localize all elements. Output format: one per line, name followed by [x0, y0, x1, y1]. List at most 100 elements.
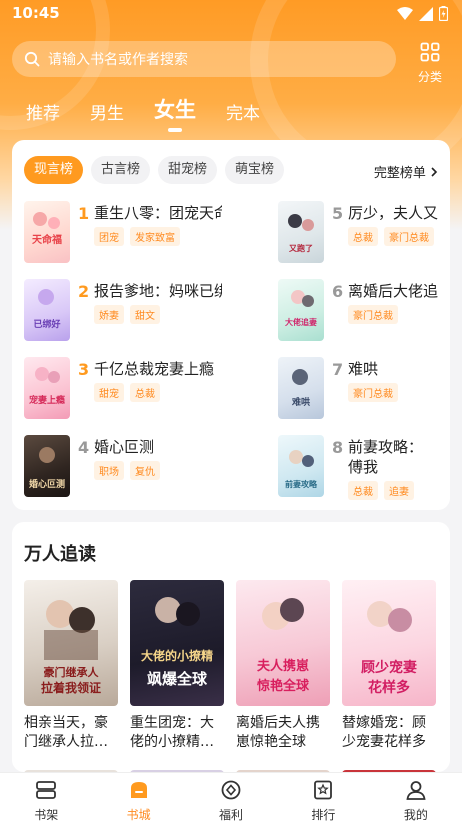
nav-label: 我的 — [403, 808, 428, 821]
rank-tags: 豪门总裁 — [348, 383, 398, 402]
tag: 职场 — [94, 461, 124, 480]
search-bar[interactable]: 请输入书名或作者搜索 — [12, 41, 396, 77]
channel-tabs: 推荐 男生 女生 完本 — [26, 94, 290, 124]
status-bar: 10:45 — [0, 0, 462, 28]
tag: 复仇 — [130, 461, 160, 480]
book-cover: 天命福 — [24, 201, 70, 263]
rank-number: 7 — [332, 360, 344, 379]
rank-title: 报告爹地：妈咪已绑好 — [94, 282, 222, 300]
rank-item[interactable]: 宠妻上瘾 3 千亿总裁宠妻上瘾 甜宠 总裁 — [24, 357, 224, 421]
status-icons — [397, 6, 448, 21]
nav-welfare[interactable]: 福利 — [185, 773, 277, 821]
bookshelf-icon — [36, 781, 57, 799]
full-list-link[interactable]: 完整榜单 — [374, 162, 438, 181]
rank-tags: 甜宠 总裁 — [94, 383, 160, 402]
rank-title: 前妻攻略：傅我 — [348, 438, 424, 476]
tag: 团宠 — [94, 227, 124, 246]
book-cover: 夫人携崽 惊艳全球 — [236, 580, 330, 706]
svg-text:已绑好: 已绑好 — [33, 318, 60, 330]
ranking-chips: 现言榜 古言榜 甜宠榜 萌宝榜 — [24, 156, 285, 184]
search-icon — [24, 51, 40, 67]
book-card[interactable]: 大佬的小撩精 飒爆全球 重生团宠：大佬的小撩精… — [130, 580, 224, 752]
book-cover: 婚心叵测 — [24, 435, 70, 497]
svg-text:又跑了: 又跑了 — [288, 243, 313, 253]
nav-bookshelf[interactable]: 书架 — [0, 773, 92, 821]
rank-number: 2 — [78, 282, 90, 301]
section-title: 万人追读 — [24, 544, 96, 565]
rank-title: 离婚后大佬追 — [348, 282, 439, 300]
nav-ranking[interactable]: 排行 — [277, 773, 369, 821]
book-cover: 顾少宠妻 花样多 — [342, 580, 436, 706]
rank-item[interactable]: 天命福 1 重生八零：团宠天命福妻 团宠 发家致富 — [24, 201, 224, 265]
nav-profile[interactable]: 我的 — [370, 773, 462, 821]
bookstore-icon — [130, 782, 147, 798]
book-name: 离婚后夫人携崽惊艳全球 — [236, 715, 320, 750]
category-label: 分类 — [417, 70, 442, 84]
tag: 豪门总裁 — [348, 383, 398, 402]
svg-text:难哄: 难哄 — [291, 396, 310, 408]
svg-text:飒爆全球: 飒爆全球 — [147, 670, 208, 688]
book-cover: 已绑好 — [24, 279, 70, 341]
rank-item[interactable]: 大佬追妻 6 离婚后大佬追 豪门总裁 — [278, 279, 462, 343]
tag: 总裁 — [348, 481, 378, 500]
book-cover: 大佬的小撩精 飒爆全球 — [130, 580, 224, 706]
book-cover: 豪门继承人 拉着我领证 — [24, 580, 118, 706]
rank-tags: 团宠 发家致富 — [94, 227, 180, 246]
tag: 豪门总裁 — [348, 305, 398, 324]
rank-item[interactable]: 婚心叵测 4 婚心叵测 职场 复仇 — [24, 435, 224, 499]
search-placeholder: 请输入书名或作者搜索 — [48, 52, 188, 68]
svg-text:前妻攻略: 前妻攻略 — [285, 479, 318, 489]
chip-sweet[interactable]: 甜宠榜 — [158, 156, 218, 184]
svg-text:惊艳全球: 惊艳全球 — [257, 678, 310, 694]
tab-male[interactable]: 男生 — [90, 99, 124, 124]
category-button[interactable]: 分类 — [410, 42, 450, 85]
rank-item[interactable]: 又跑了 5 厉少，夫人又 总裁 豪门总裁 — [278, 201, 462, 265]
nav-label: 书架 — [34, 808, 59, 821]
rank-number: 5 — [332, 204, 344, 223]
profile-icon — [406, 781, 426, 800]
book-card[interactable]: 夫人携崽 惊艳全球 离婚后夫人携崽惊艳全球 — [236, 580, 330, 752]
tag: 娇妻 — [94, 305, 124, 324]
nav-label: 书城 — [126, 808, 151, 821]
nav-label: 排行 — [311, 808, 336, 821]
tab-recommend[interactable]: 推荐 — [26, 99, 60, 124]
book-name: 相亲当天，豪门继承人拉… — [24, 715, 108, 750]
rank-number: 3 — [78, 360, 90, 379]
tag: 追妻 — [384, 481, 414, 500]
rank-number: 8 — [332, 438, 344, 457]
rank-item[interactable]: 已绑好 2 报告爹地：妈咪已绑好 娇妻 甜文 — [24, 279, 224, 343]
battery-icon — [439, 6, 448, 21]
book-cover: 前妻攻略 — [278, 435, 324, 497]
svg-text:婚心叵测: 婚心叵测 — [29, 478, 65, 490]
chip-ancient-romance[interactable]: 古言榜 — [91, 156, 151, 184]
welfare-icon — [221, 780, 241, 800]
ranking-card: 现言榜 古言榜 甜宠榜 萌宝榜 完整榜单 天命福 1 重生八零：团宠天命福妻 团… — [12, 140, 450, 510]
rank-title: 厉少，夫人又 — [348, 204, 439, 222]
book-card[interactable]: 顾少宠妻 花样多 替嫁婚宠：顾少宠妻花样多 — [342, 580, 436, 752]
bottom-navigation: 书架 书城 福利 排行 我的 — [0, 772, 462, 821]
ranking-icon — [314, 780, 333, 800]
svg-text:拉着我领证: 拉着我领证 — [41, 680, 101, 695]
chip-cute-baby[interactable]: 萌宝榜 — [225, 156, 285, 184]
svg-text:大佬的小撩精: 大佬的小撩精 — [141, 648, 213, 663]
rank-title: 重生八零：团宠天命福妻 — [94, 204, 222, 222]
book-card[interactable]: 豪门继承人 拉着我领证 相亲当天，豪门继承人拉… — [24, 580, 118, 752]
rank-number: 1 — [78, 204, 90, 223]
chip-modern-romance[interactable]: 现言榜 — [24, 156, 84, 184]
svg-text:大佬追妻: 大佬追妻 — [285, 317, 317, 327]
rank-tags: 豪门总裁 — [348, 305, 398, 324]
tag: 豪门总裁 — [384, 227, 434, 246]
grid-icon — [420, 42, 440, 62]
nav-bookstore[interactable]: 书城 — [92, 773, 184, 821]
tag: 甜宠 — [94, 383, 124, 402]
popular-section: 万人追读 豪门继承人 拉着我领证 相亲当天，豪门继承人拉… 大佬的小撩精 飒爆全球 … — [12, 522, 450, 772]
status-time: 10:45 — [12, 4, 60, 22]
svg-text:顾少宠妻: 顾少宠妻 — [361, 659, 417, 676]
nav-label: 福利 — [219, 808, 244, 821]
svg-text:宠妻上瘾: 宠妻上瘾 — [29, 394, 65, 406]
tab-finished[interactable]: 完本 — [226, 99, 260, 124]
rank-item[interactable]: 前妻攻略 8 前妻攻略：傅我 总裁 追妻 — [278, 435, 462, 500]
book-cover: 又跑了 — [278, 201, 324, 263]
rank-item[interactable]: 难哄 7 难哄 豪门总裁 — [278, 357, 462, 421]
tab-female[interactable]: 女生 — [154, 94, 196, 124]
